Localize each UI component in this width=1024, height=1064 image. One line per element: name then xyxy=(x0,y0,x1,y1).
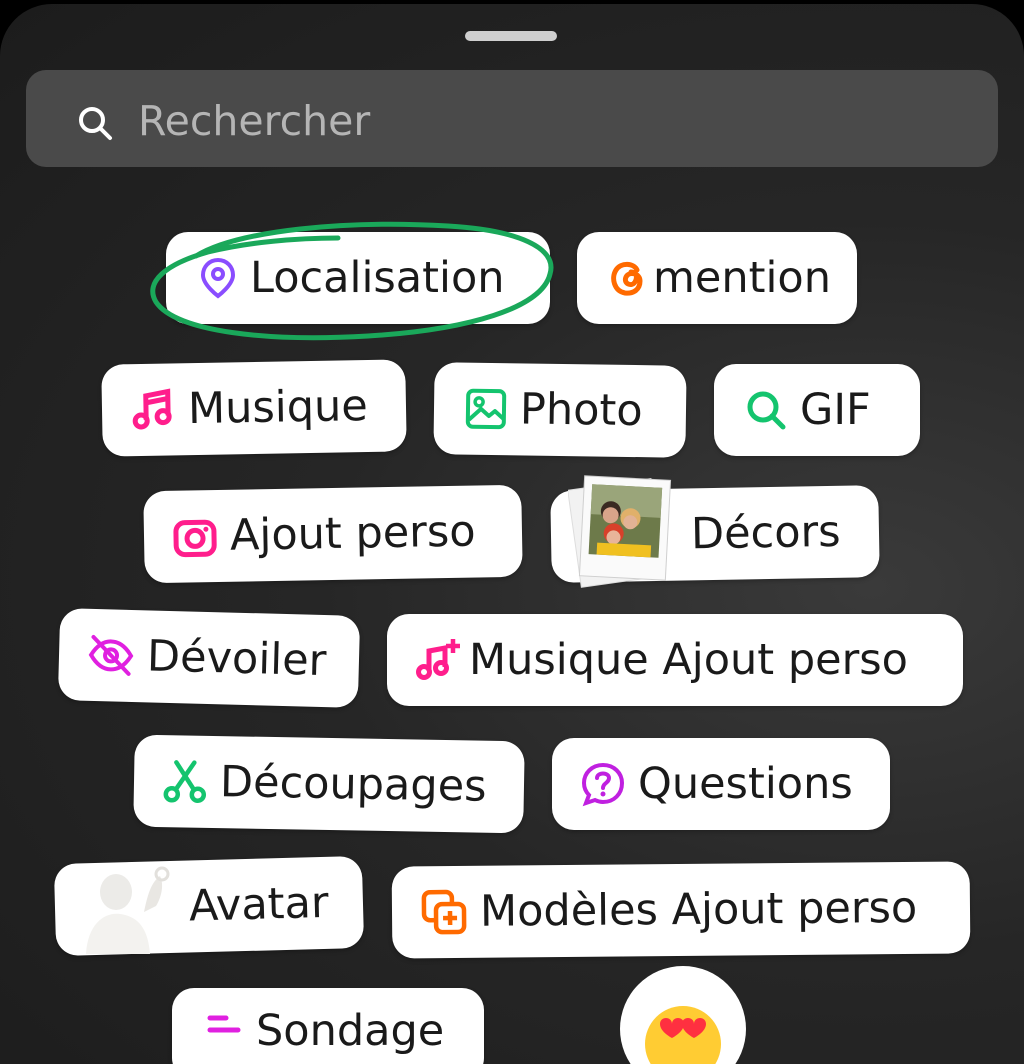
sticker-frames-label: Décors xyxy=(691,510,841,556)
sticker-add-yours[interactable]: Ajout perso xyxy=(143,485,523,584)
image-icon xyxy=(464,387,509,432)
eye-off-icon xyxy=(86,633,135,678)
sticker-music-add-yours[interactable]: Musique Ajout perso xyxy=(387,614,963,706)
camera-icon xyxy=(172,514,219,559)
sticker-poll-label: Sondage xyxy=(256,1010,444,1053)
sticker-add-yours-label: Ajout perso xyxy=(230,510,476,557)
question-bubble-icon xyxy=(580,761,626,807)
poll-icon xyxy=(204,1010,244,1050)
sticker-templates-add-yours[interactable]: Modèles Ajout perso xyxy=(392,861,971,958)
search-icon xyxy=(76,104,114,142)
sticker-cutouts-label: Découpages xyxy=(220,761,487,809)
search-placeholder: Rechercher xyxy=(138,96,370,146)
sticker-music-label: Musique xyxy=(188,385,368,431)
sticker-questions-label: Questions xyxy=(638,763,853,806)
sticker-avatar-label: Avatar xyxy=(188,881,329,928)
sticker-gif-label: GIF xyxy=(800,389,871,432)
polaroid-photo-icon xyxy=(568,472,674,588)
sticker-music-add-yours-label: Musique Ajout perso xyxy=(469,639,908,682)
drag-handle[interactable] xyxy=(465,31,557,41)
emoji-sticker[interactable] xyxy=(620,966,746,1064)
search-bar[interactable]: Rechercher xyxy=(26,70,998,167)
avatar-figure-icon xyxy=(76,862,176,954)
sticker-photo[interactable]: Photo xyxy=(433,362,686,458)
sticker-reveal-label: Dévoiler xyxy=(146,635,326,683)
sticker-cutouts[interactable]: Découpages xyxy=(133,735,525,834)
sticker-location[interactable]: Localisation xyxy=(166,232,550,324)
heart-eyes-emoji-icon xyxy=(620,966,746,1064)
sticker-poll[interactable]: Sondage xyxy=(172,988,484,1064)
sticker-photo-label: Photo xyxy=(520,388,643,433)
sticker-music[interactable]: Musique xyxy=(101,359,407,456)
music-note-icon xyxy=(132,387,177,432)
sticker-mention-label: mention xyxy=(653,257,831,300)
sticker-location-label: Localisation xyxy=(250,257,505,300)
location-pin-icon xyxy=(198,256,238,300)
music-plus-icon xyxy=(415,637,461,683)
scissors-icon xyxy=(162,758,209,805)
threads-at-icon xyxy=(607,256,649,300)
sticker-mention[interactable]: mention xyxy=(577,232,857,324)
gif-search-icon xyxy=(744,388,788,432)
templates-plus-icon xyxy=(420,888,468,936)
sticker-sheet: Rechercher Localisation mention Musique … xyxy=(0,4,1024,1064)
sticker-templates-add-yours-label: Modèles Ajout perso xyxy=(480,886,918,933)
sticker-questions[interactable]: Questions xyxy=(552,738,890,830)
sticker-gif[interactable]: GIF xyxy=(714,364,920,456)
sticker-reveal[interactable]: Dévoiler xyxy=(58,608,360,708)
